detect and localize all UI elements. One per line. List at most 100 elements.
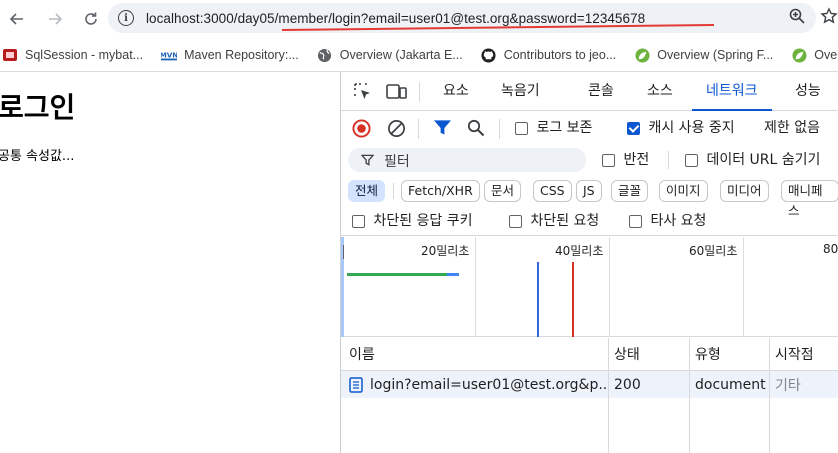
timeline-tick-label: 20밀리초 bbox=[421, 244, 470, 258]
zoom-button[interactable] bbox=[788, 7, 806, 29]
row-initiator: 기타 bbox=[775, 377, 801, 394]
third-party-label: 타사 요청 bbox=[650, 213, 707, 229]
bookmark-label: Overview (Spring F... bbox=[657, 48, 774, 62]
inspect-cursor-icon bbox=[354, 83, 370, 99]
column-divider[interactable] bbox=[689, 338, 690, 453]
request-download-bar bbox=[447, 273, 459, 276]
preserve-log-label: 로그 보존 bbox=[536, 120, 593, 136]
invert-checkbox[interactable]: 반전 bbox=[602, 151, 649, 169]
table-row[interactable]: login?email=user01@test.org&p... 200 doc… bbox=[341, 371, 838, 398]
checkbox-box[interactable] bbox=[602, 153, 615, 167]
tab-network[interactable]: 네트워크 bbox=[692, 72, 771, 111]
bookmark-item[interactable]: Overview (Jakarta E... bbox=[317, 47, 463, 63]
checkbox-box[interactable] bbox=[352, 214, 365, 228]
hide-data-urls-checkbox[interactable]: 데이터 URL 숨기기 bbox=[685, 151, 820, 169]
bookmark-label: SqlSession - mybat... bbox=[25, 48, 144, 62]
device-toolbar-button[interactable] bbox=[385, 80, 409, 104]
type-chip-js[interactable]: JS bbox=[576, 180, 602, 202]
blocked-requests-label: 차단된 요청 bbox=[530, 213, 600, 229]
tab-sources[interactable]: 소스 bbox=[647, 72, 673, 110]
checkbox-box[interactable] bbox=[685, 153, 698, 167]
type-chip-css[interactable]: CSS bbox=[533, 180, 572, 202]
row-type: document bbox=[695, 376, 766, 393]
network-toolbar: 로그 보존 캐시 사용 중지 제한 없음 bbox=[341, 111, 838, 145]
search-button[interactable] bbox=[467, 119, 485, 141]
bookmark-item[interactable]: Overview ( bbox=[791, 47, 838, 63]
type-chip-doc[interactable]: 문서 bbox=[484, 180, 522, 202]
clear-button[interactable] bbox=[387, 119, 406, 142]
back-button[interactable] bbox=[2, 4, 32, 34]
timeline-tick-label: 40밀리초 bbox=[555, 244, 604, 258]
checkbox-box[interactable] bbox=[515, 121, 528, 135]
tab-recorder[interactable]: 녹음기 bbox=[501, 72, 540, 110]
bookmark-label: Overview (Jakarta E... bbox=[339, 48, 463, 62]
checkbox-box[interactable] bbox=[509, 214, 522, 228]
github-icon bbox=[481, 47, 497, 63]
sqlsession-favicon bbox=[2, 47, 18, 63]
checkbox-box[interactable] bbox=[629, 214, 642, 228]
reload-button[interactable] bbox=[76, 4, 106, 34]
device-icon bbox=[386, 84, 407, 99]
inspect-element-button[interactable] bbox=[351, 80, 375, 104]
type-chip-img[interactable]: 이미지 bbox=[659, 180, 708, 202]
blocked-cookies-checkbox[interactable]: 차단된 응답 쿠키 bbox=[352, 212, 473, 230]
svg-text:MVN: MVN bbox=[161, 51, 177, 60]
blocked-requests-checkbox[interactable]: 차단된 요청 bbox=[509, 212, 599, 230]
record-button[interactable] bbox=[352, 119, 371, 142]
browser-toolbar: i localhost:3000/day05/member/login?emai… bbox=[0, 0, 838, 38]
maven-favicon: MVN bbox=[161, 47, 178, 63]
forward-button[interactable] bbox=[40, 4, 70, 34]
spring-leaf-icon bbox=[791, 47, 807, 63]
timeline-tick-label: 60밀리초 bbox=[689, 244, 738, 258]
bookmark-label: Overview ( bbox=[814, 48, 838, 62]
timeline-range-marker bbox=[343, 245, 344, 259]
tab-elements[interactable]: 요소 bbox=[443, 72, 469, 110]
type-chip-font[interactable]: 글꼴 bbox=[611, 180, 649, 202]
type-chip-media[interactable]: 미디어 bbox=[720, 180, 769, 202]
globe-icon bbox=[317, 47, 333, 63]
bookmark-item[interactable]: Overview (Spring F... bbox=[634, 47, 773, 63]
zoom-magnifier-icon bbox=[789, 8, 805, 24]
devtools-panel: 요소 녹음기 콘솔 소스 네트워크 성능 로그 보존 캐시 사용 중지 제한 없… bbox=[340, 72, 838, 453]
checkbox-box-checked[interactable] bbox=[627, 121, 640, 135]
record-stop-icon bbox=[352, 119, 371, 138]
bookmark-item[interactable]: SqlSession - mybat... bbox=[2, 47, 143, 63]
tab-performance[interactable]: 성능 bbox=[795, 72, 821, 110]
type-chip-all[interactable]: 전체 bbox=[348, 180, 386, 202]
column-header-initiator[interactable]: 시작점 bbox=[775, 338, 814, 370]
site-info-icon[interactable]: i bbox=[118, 10, 134, 26]
third-party-checkbox[interactable]: 타사 요청 bbox=[629, 212, 706, 230]
invert-label: 반전 bbox=[623, 152, 650, 168]
arrow-right-icon bbox=[49, 13, 63, 25]
column-divider[interactable] bbox=[608, 338, 609, 453]
star-icon bbox=[820, 7, 838, 24]
filter-funnel-icon bbox=[361, 154, 374, 166]
column-header-status[interactable]: 상태 bbox=[614, 338, 640, 370]
red-annotation-underline bbox=[282, 24, 714, 31]
filter-input[interactable]: 필터 bbox=[348, 148, 586, 172]
blocked-cookies-label: 차단된 응답 쿠키 bbox=[373, 213, 473, 229]
tab-console[interactable]: 콘솔 bbox=[588, 72, 614, 110]
filter-toggle-button[interactable] bbox=[433, 119, 452, 141]
column-divider[interactable] bbox=[769, 338, 770, 453]
row-status: 200 bbox=[614, 376, 641, 393]
row-name-cell[interactable]: login?email=user01@test.org&p... bbox=[349, 371, 607, 398]
row-name: login?email=user01@test.org&p... bbox=[370, 376, 607, 393]
bookmark-item[interactable]: MVN Maven Repository:... bbox=[161, 47, 299, 63]
column-header-name[interactable]: 이름 bbox=[349, 338, 375, 370]
disable-cache-checkbox[interactable]: 캐시 사용 중지 bbox=[627, 119, 735, 137]
throttle-dropdown[interactable]: 제한 없음 bbox=[764, 119, 820, 137]
column-header-type[interactable]: 유형 bbox=[695, 338, 721, 370]
dom-content-loaded-line bbox=[537, 262, 539, 337]
bookmarks-bar: SqlSession - mybat... MVN Maven Reposito… bbox=[0, 40, 838, 70]
bookmark-item[interactable]: Contributors to jeo... bbox=[481, 47, 616, 63]
network-overview-timeline[interactable]: 20밀리초 40밀리초 60밀리초 80 bbox=[341, 237, 838, 337]
preserve-log-checkbox[interactable]: 로그 보존 bbox=[515, 119, 592, 137]
type-chip-manifest[interactable]: 매니페스 bbox=[781, 180, 838, 218]
type-chip-fetch-xhr[interactable]: Fetch/XHR bbox=[401, 180, 480, 202]
timeline-gridline bbox=[743, 237, 744, 337]
filter-placeholder: 필터 bbox=[384, 154, 410, 170]
resource-type-filters: 전체 Fetch/XHR 문서 CSS JS 글꼴 이미지 미디어 매니페스 bbox=[341, 176, 838, 218]
requests-table-header: 이름 상태 유형 시작점 bbox=[341, 338, 838, 371]
bookmark-star-button[interactable] bbox=[820, 7, 838, 29]
